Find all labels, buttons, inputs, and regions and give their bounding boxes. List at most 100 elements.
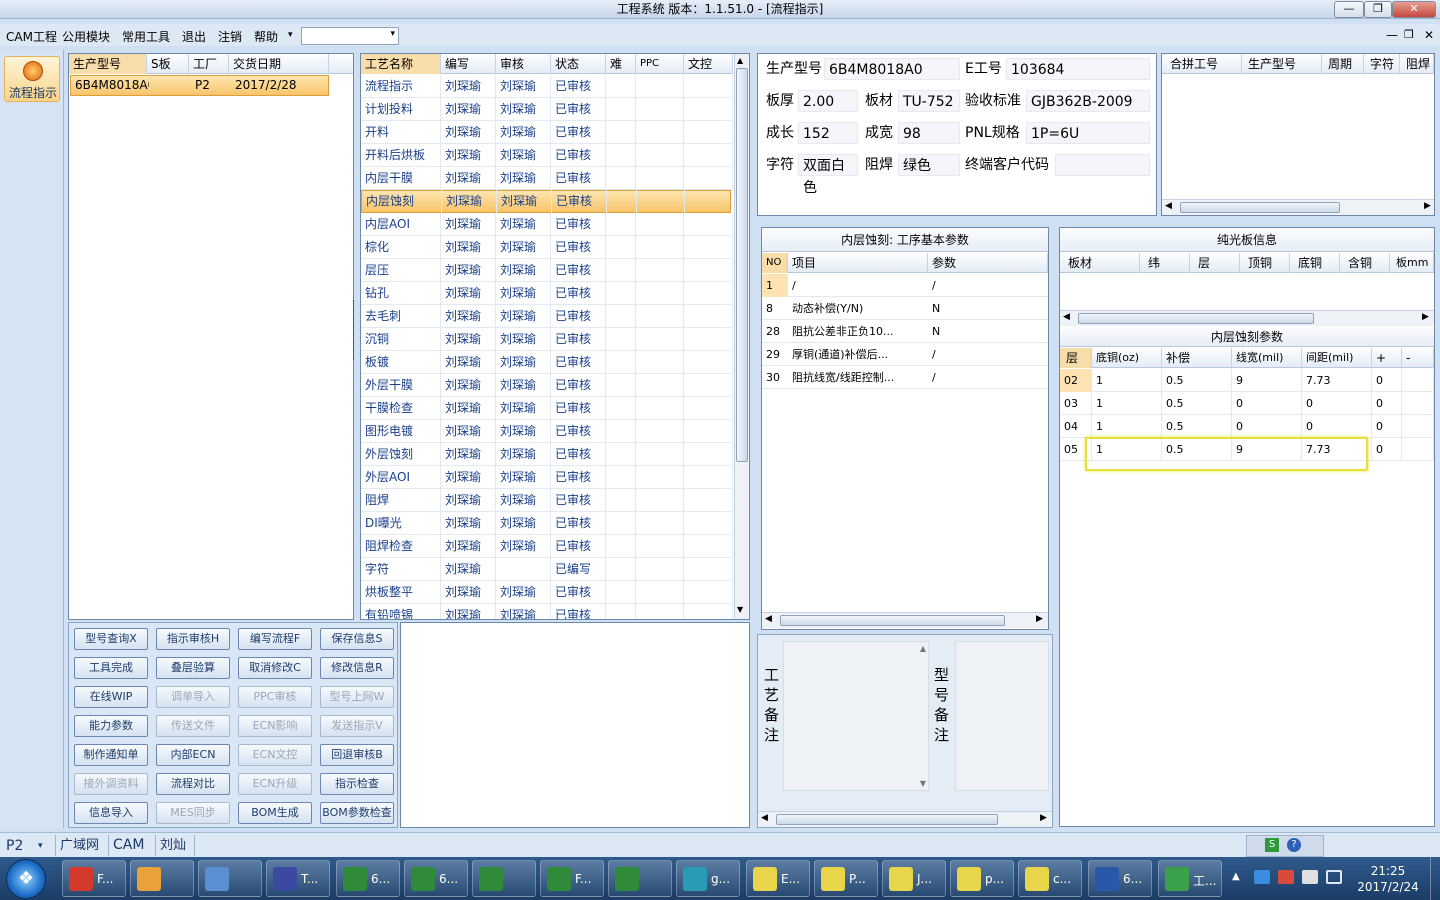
col-header-merge-char[interactable]: 字符 — [1364, 54, 1400, 74]
menu-common-tools[interactable]: 常用工具 — [122, 28, 170, 45]
table-row[interactable]: 图形电镀 刘琛瑜 刘琛瑜 已审核 — [361, 420, 733, 443]
action-button[interactable]: 指示检查 — [320, 773, 394, 795]
action-button[interactable]: 传送文件 — [156, 715, 230, 737]
mask-value[interactable]: 绿色 — [898, 154, 960, 176]
action-button[interactable]: 保存信息S — [320, 628, 394, 650]
col-header-no[interactable]: NO — [762, 253, 788, 273]
table-row[interactable]: 板镀 刘琛瑜 刘琛瑜 已审核 — [361, 351, 733, 374]
table-row[interactable]: 外层干膜 刘琛瑜 刘琛瑜 已审核 — [361, 374, 733, 397]
scroll-right-icon[interactable]: ▶ — [1424, 201, 1431, 211]
standard-value[interactable]: GJB362B-2009 — [1026, 90, 1150, 112]
action-button[interactable]: ECN影响 — [238, 715, 312, 737]
security-tray-icon[interactable] — [1302, 870, 1318, 884]
table-row[interactable]: 钻孔 刘琛瑜 刘琛瑜 已审核 — [361, 282, 733, 305]
scroll-up-icon[interactable]: ▲ — [920, 644, 926, 653]
table-row[interactable]: 开料 刘琛瑜 刘琛瑜 已审核 — [361, 121, 733, 144]
table-row[interactable]: 内层AOI 刘琛瑜 刘琛瑜 已审核 — [361, 213, 733, 236]
action-button[interactable]: 制作通知单 — [74, 744, 148, 766]
col-header-base-copper[interactable]: 底铜(oz) — [1092, 348, 1162, 368]
table-row[interactable]: 30 阻抗线宽/线距控制... / — [762, 366, 1048, 389]
col-header-sboard[interactable]: S板 — [147, 54, 189, 74]
menu-public-module[interactable]: 公用模块 — [62, 28, 110, 45]
table-row[interactable]: 外层蚀刻 刘琛瑜 刘琛瑜 已审核 — [361, 443, 733, 466]
taskbar-app-button[interactable]: P... — [814, 860, 878, 897]
col-header-weft[interactable]: 纬 — [1140, 253, 1190, 273]
taskbar-app-button[interactable]: 工... — [1158, 860, 1222, 897]
scroll-right-icon[interactable]: ▶ — [1036, 614, 1043, 624]
taskbar-app-button[interactable]: c... — [1018, 860, 1082, 897]
col-header-bottom-copper[interactable]: 底铜 — [1290, 253, 1340, 273]
table-row[interactable]: 有铅喷锡 刘琛瑜 刘琛瑜 已审核 — [361, 604, 733, 619]
col-header-layer[interactable]: 层 — [1190, 253, 1240, 273]
table-row[interactable]: 29 厚铜(通道)补偿后... / — [762, 343, 1048, 366]
scroll-thumb[interactable] — [736, 68, 748, 462]
merge-table-hscroll[interactable]: ◀ ▶ — [1162, 199, 1434, 215]
taskbar-app-button[interactable] — [608, 860, 672, 897]
scroll-left-icon[interactable]: ◀ — [1165, 201, 1172, 211]
action-button[interactable]: ECN文控 — [238, 744, 312, 766]
col-header-top-copper[interactable]: 顶铜 — [1240, 253, 1290, 273]
col-header-reviewer[interactable]: 审核 — [496, 54, 551, 74]
col-header-writer[interactable]: 编写 — [441, 54, 496, 74]
ime-bar[interactable]: S ? — [1246, 835, 1324, 857]
taskbar-app-button[interactable] — [472, 860, 536, 897]
action-button[interactable]: 接外调资料 — [74, 773, 148, 795]
action-button[interactable]: 指示审核H — [156, 628, 230, 650]
model-remark-textarea[interactable] — [955, 641, 1049, 791]
mdi-minimize-icon[interactable]: — — [1386, 28, 1398, 42]
col-header-factory[interactable]: 工厂 — [189, 54, 229, 74]
action-button[interactable]: 发送指示V — [320, 715, 394, 737]
action-button[interactable]: 工具完成 — [74, 657, 148, 679]
length-value[interactable]: 152 — [798, 122, 858, 144]
pnl-value[interactable]: 1P=6U — [1026, 122, 1150, 144]
col-header-merge-cycle[interactable]: 周期 — [1322, 54, 1364, 74]
step-params-hscroll[interactable]: ◀ ▶ — [762, 612, 1048, 628]
action-button[interactable]: 叠层验算 — [156, 657, 230, 679]
network-tray-icon[interactable] — [1254, 870, 1270, 884]
table-row[interactable]: 干膜检查 刘琛瑜 刘琛瑜 已审核 — [361, 397, 733, 420]
start-button[interactable]: ❖ — [6, 859, 46, 899]
splitter-handle[interactable] — [353, 300, 359, 360]
process-list-scrollbar[interactable]: ▲ ▼ — [734, 54, 749, 619]
scroll-down-icon[interactable]: ▼ — [920, 779, 926, 788]
scroll-thumb[interactable] — [780, 615, 1005, 626]
close-button[interactable]: ✕ — [1392, 1, 1436, 18]
plain-board-hscroll[interactable]: ◀ ▶ — [1060, 310, 1434, 326]
table-row[interactable]: 字符 刘琛瑜 已编写 — [361, 558, 733, 581]
flow-indicator-button[interactable]: 流程指示 — [4, 56, 60, 102]
table-row[interactable]: 阻焊 刘琛瑜 刘琛瑜 已审核 — [361, 489, 733, 512]
show-desktop-button[interactable] — [1430, 857, 1440, 900]
col-header-item[interactable]: 项目 — [788, 253, 928, 273]
taskbar-app-button[interactable] — [198, 860, 262, 897]
col-header-plus[interactable]: + — [1372, 348, 1402, 368]
action-button[interactable]: 回退审核B — [320, 744, 394, 766]
action-button[interactable]: 内部ECN — [156, 744, 230, 766]
action-button[interactable]: BOM生成 — [238, 802, 312, 824]
taskbar-app-button[interactable]: F... — [540, 860, 604, 897]
action-button[interactable]: 型号查询X — [74, 628, 148, 650]
eng-no-value[interactable]: 103684 — [1006, 58, 1150, 80]
menu-overflow-icon[interactable]: ▾ — [288, 30, 293, 40]
table-row[interactable]: 内层干膜 刘琛瑜 刘琛瑜 已审核 — [361, 167, 733, 190]
taskbar-app-button[interactable]: E... — [746, 860, 810, 897]
col-header-line-width[interactable]: 线宽(mil) — [1232, 348, 1302, 368]
mdi-close-icon[interactable]: ✕ — [1424, 28, 1434, 42]
table-row[interactable]: 8 动态补偿(Y/N) N — [762, 297, 1048, 320]
col-header-delivery[interactable]: 交货日期 — [229, 54, 329, 74]
taskbar-app-button[interactable]: g... — [676, 860, 740, 897]
action-button[interactable]: ECN升级 — [238, 773, 312, 795]
action-button[interactable]: 能力参数 — [74, 715, 148, 737]
scroll-thumb[interactable] — [1078, 313, 1314, 324]
col-header-model[interactable]: 生产型号 — [69, 54, 147, 74]
scroll-down-icon[interactable]: ▼ — [737, 605, 743, 614]
table-row[interactable]: 去毛刺 刘琛瑜 刘琛瑜 已审核 — [361, 305, 733, 328]
table-row[interactable]: 沉铜 刘琛瑜 刘琛瑜 已审核 — [361, 328, 733, 351]
scroll-right-icon[interactable]: ▶ — [1040, 813, 1047, 823]
action-button[interactable]: 取消修改C — [238, 657, 312, 679]
action-button[interactable]: 在线WIP — [74, 686, 148, 708]
col-header-copper-content[interactable]: 含铜 — [1340, 253, 1390, 273]
table-row[interactable]: 棕化 刘琛瑜 刘琛瑜 已审核 — [361, 236, 733, 259]
table-row[interactable]: 内层蚀刻 刘琛瑜 刘琛瑜 已审核 — [361, 190, 731, 213]
taskbar-app-button[interactable]: J... — [882, 860, 946, 897]
scroll-left-icon[interactable]: ◀ — [765, 614, 772, 624]
